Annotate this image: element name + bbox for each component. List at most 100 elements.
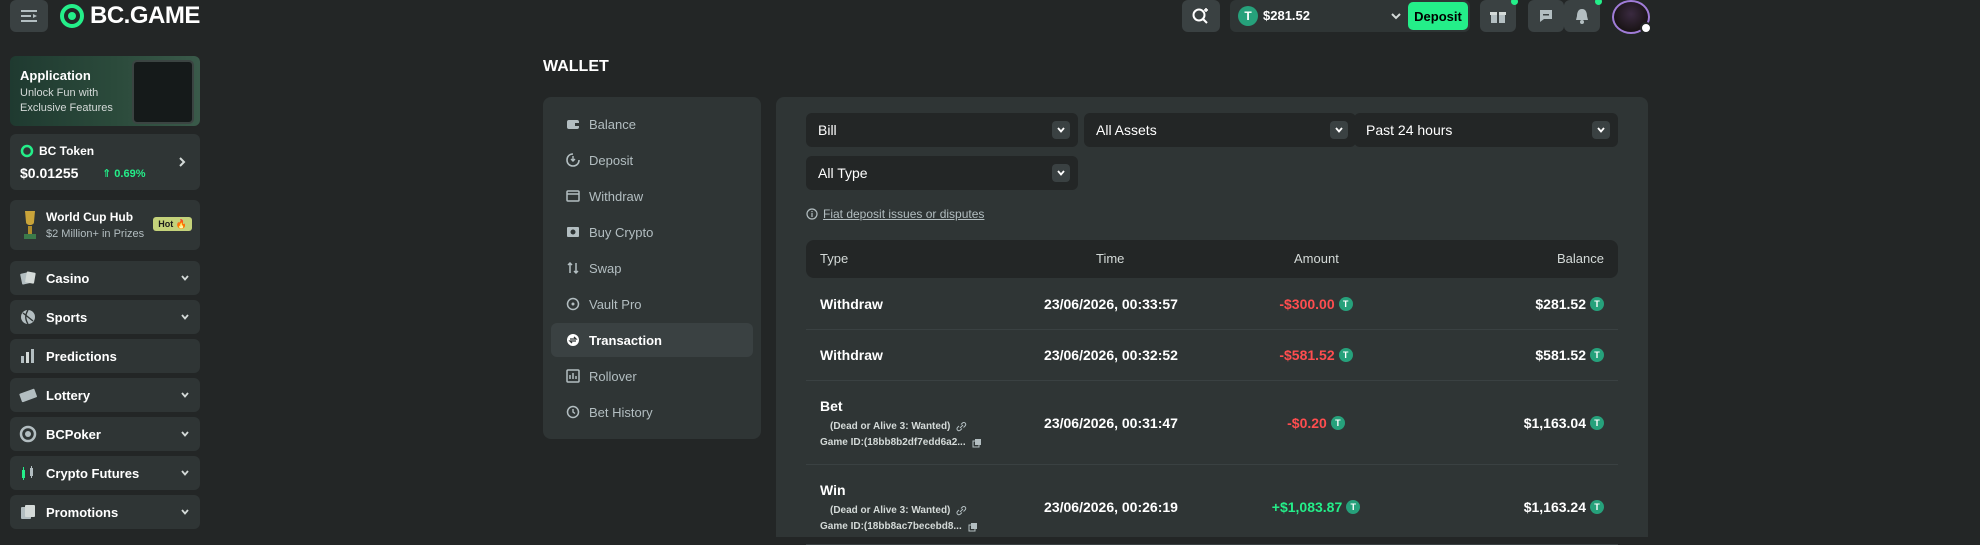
fiat-deposit-issues-link[interactable]: Fiat deposit issues or disputes — [806, 207, 984, 221]
poker-icon — [18, 424, 38, 444]
row-game-id: Game ID:(18bb8b2df7edd6a2... — [820, 437, 982, 448]
wallet-menu-label: Bet History — [589, 404, 653, 420]
table-row[interactable]: Withdraw 23/06/2026, 00:33:57 -$300.00 T $28… — [806, 279, 1618, 330]
period-select[interactable]: Past 24 hours — [1354, 113, 1618, 147]
wallet-menu-label: Rollover — [589, 368, 637, 384]
swap-icon — [566, 261, 580, 275]
wallet-menu-balance[interactable]: Balance — [551, 107, 753, 141]
sidebar-item-bcpoker[interactable]: BCPoker — [10, 417, 200, 451]
row-game-id: Game ID:(18bb8ac7becebd8... — [820, 521, 978, 532]
logo-text: BC.GAME — [90, 2, 200, 29]
vault-icon — [566, 297, 580, 311]
sidebar-item-label: Promotions — [46, 504, 119, 520]
wallet-menu-bet-history[interactable]: Bet History — [551, 395, 753, 429]
promotions-icon — [18, 502, 38, 522]
row-type: Withdraw — [820, 296, 883, 312]
header-type: Type — [820, 251, 849, 266]
search-button[interactable] — [1182, 0, 1220, 32]
chevron-down-icon[interactable] — [176, 464, 194, 482]
row-balance: $581.52 T — [1535, 347, 1604, 363]
bc-token-card[interactable]: BC Token $0.01255 ⇑ 0.69% — [10, 134, 200, 190]
chevron-down-icon — [1592, 121, 1610, 139]
chevron-right-icon[interactable] — [174, 154, 190, 170]
wallet-balance-selector[interactable]: T $281.52 Deposit — [1230, 0, 1470, 32]
row-type: Withdraw — [820, 347, 883, 363]
table-row[interactable]: Withdraw 23/06/2026, 00:32:52 -$581.52 T $58… — [806, 330, 1618, 381]
chevron-down-icon[interactable] — [176, 308, 194, 326]
table-row[interactable]: Bet (Dead or Alive 3: Wanted) Game ID:(18b… — [806, 381, 1618, 465]
record-type-value: Bill — [818, 122, 837, 138]
usdt-coin-icon: T — [1238, 6, 1258, 26]
transactions-panel: Bill All Assets Past 24 hours All Type F… — [776, 97, 1648, 545]
chat-button[interactable] — [1528, 0, 1564, 32]
type-select[interactable]: All Type — [806, 156, 1078, 190]
chevron-down-icon[interactable] — [176, 425, 194, 443]
menu-toggle-button[interactable] — [10, 0, 48, 32]
world-cup-title: World Cup Hub — [46, 210, 134, 224]
wallet-menu-buy-crypto[interactable]: Buy Crypto — [551, 215, 753, 249]
world-cup-hub-card[interactable]: World Cup Hub $2 Million+ in Prizes Hot … — [10, 200, 200, 250]
assets-select[interactable]: All Assets — [1084, 113, 1356, 147]
notifications-button[interactable] — [1564, 0, 1602, 32]
copy-icon[interactable] — [968, 522, 978, 532]
row-balance: $1,163.24 T — [1524, 499, 1604, 515]
withdraw-icon — [566, 189, 580, 203]
sidebar-item-promotions[interactable]: Promotions — [10, 495, 200, 529]
avatar-badge-icon — [1640, 22, 1652, 34]
row-time: 23/06/2026, 00:33:57 — [1044, 296, 1178, 312]
sidebar-item-casino[interactable]: Casino — [10, 261, 200, 295]
sidebar-item-sports[interactable]: Sports — [10, 300, 200, 334]
sidebar-item-lottery[interactable]: Lottery — [10, 378, 200, 412]
lottery-icon — [18, 385, 38, 405]
sidebar-item-label: Casino — [46, 270, 90, 286]
wallet-menu-vault-pro[interactable]: Vault Pro — [551, 287, 753, 321]
row-balance: $1,163.04 T — [1524, 415, 1604, 431]
wallet-menu-transaction[interactable]: Transaction — [551, 323, 753, 357]
sidebar-item-predictions[interactable]: Predictions — [10, 339, 200, 373]
chevron-down-icon[interactable] — [1388, 8, 1404, 24]
app-card-title: Application — [20, 68, 91, 83]
wallet-menu-deposit[interactable]: Deposit — [551, 143, 753, 177]
gift-button[interactable] — [1480, 0, 1518, 32]
table-row[interactable]: Win (Dead or Alive 3: Wanted) Game ID:(18b… — [806, 465, 1618, 545]
row-amount: +$1,083.87 T — [1226, 499, 1406, 515]
wallet-menu-rollover[interactable]: Rollover — [551, 359, 753, 393]
header-amount: Amount — [1294, 251, 1339, 266]
header-balance: Balance — [1557, 251, 1604, 266]
page-title: WALLET — [543, 58, 609, 75]
link-icon[interactable] — [956, 421, 967, 432]
chat-icon — [1540, 10, 1552, 22]
sidebar-item-crypto-futures[interactable]: Crypto Futures — [10, 456, 200, 490]
token-title-text: BC Token — [39, 144, 95, 158]
chevron-down-icon[interactable] — [176, 269, 194, 287]
wallet-menu-withdraw[interactable]: Withdraw — [551, 179, 753, 213]
sports-icon — [18, 307, 38, 327]
wallet-menu-swap[interactable]: Swap — [551, 251, 753, 285]
futures-icon — [18, 463, 38, 483]
search-icon — [1192, 8, 1208, 24]
bc-game-logo[interactable]: BC.GAME — [60, 2, 200, 30]
sidebar-item-label: Predictions — [46, 348, 117, 364]
token-card-title: BC Token — [20, 144, 94, 158]
record-type-select[interactable]: Bill — [806, 113, 1078, 147]
token-price: $0.01255 — [20, 165, 79, 181]
fiat-link-text: Fiat deposit issues or disputes — [823, 207, 985, 221]
transactions-table-header: Type Time Amount Balance — [806, 240, 1618, 278]
usdt-coin-icon: T — [1590, 348, 1604, 362]
transaction-icon — [566, 333, 580, 347]
trophy-icon — [24, 211, 36, 239]
user-avatar[interactable] — [1612, 0, 1652, 34]
logo-mark-icon — [60, 4, 84, 28]
chevron-down-icon[interactable] — [176, 386, 194, 404]
history-icon — [566, 405, 580, 419]
header-time: Time — [1096, 251, 1125, 266]
row-time: 23/06/2026, 00:26:19 — [1044, 499, 1178, 515]
copy-icon[interactable] — [972, 438, 982, 448]
deposit-button[interactable]: Deposit — [1408, 2, 1468, 30]
chevron-down-icon[interactable] — [176, 503, 194, 521]
row-type: Win — [820, 482, 846, 498]
menu-icon — [21, 10, 37, 22]
casino-icon — [18, 268, 38, 288]
application-promo-card[interactable]: Application Unlock Fun with Exclusive Fe… — [10, 56, 200, 126]
link-icon[interactable] — [956, 505, 967, 516]
